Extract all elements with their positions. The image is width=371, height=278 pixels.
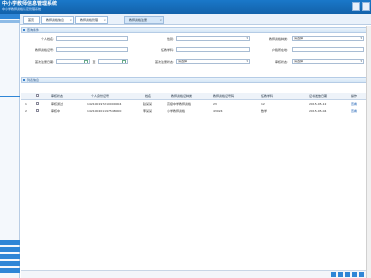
- sidebar-item[interactable]: [0, 240, 20, 245]
- first-page-button[interactable]: [331, 272, 336, 277]
- query-panel-header: 查询条件: [21, 27, 371, 33]
- row-checkbox[interactable]: [36, 109, 39, 112]
- sidebar: [0, 14, 20, 278]
- next-page-button[interactable]: [345, 272, 350, 277]
- reg-date-to-label: 至: [92, 60, 96, 64]
- calendar-icon[interactable]: [122, 60, 126, 63]
- sidebar-divider: [0, 96, 20, 97]
- tab-cert-register[interactable]: 教师资格注册 ×: [124, 16, 164, 24]
- cert-type-select[interactable]: 请选择: [292, 36, 364, 41]
- sidebar-item[interactable]: [0, 268, 20, 273]
- calendar-icon[interactable]: [84, 60, 88, 63]
- row-checkbox[interactable]: [36, 102, 39, 105]
- sidebar-item[interactable]: [0, 247, 20, 252]
- select-all-checkbox[interactable]: [36, 94, 39, 97]
- close-icon[interactable]: ×: [159, 17, 162, 23]
- subject-input[interactable]: [176, 47, 250, 52]
- last-page-button[interactable]: [352, 272, 357, 277]
- column-header[interactable]: 操作: [351, 94, 365, 98]
- review-status-label: 审核状态:: [274, 60, 288, 64]
- view-link[interactable]: 查看: [351, 102, 365, 106]
- table-row[interactable]: 2 审核中 142100201197548000 李某某 小学教师资格 4302…: [21, 108, 371, 114]
- pagination-bar: [21, 270, 366, 278]
- sidebar-item[interactable]: [0, 261, 20, 266]
- list-panel-header: 列表信息: [21, 77, 371, 83]
- app-header: 中小学教师信息管理系统 中小学教师资格认定管理系统: [0, 0, 371, 14]
- review-status-select[interactable]: 请选择: [292, 59, 364, 64]
- user-icon[interactable]: [352, 2, 360, 11]
- sidebar-item[interactable]: [0, 20, 20, 23]
- reg-status-label: 首次注册状态:: [154, 60, 174, 64]
- origin-input[interactable]: [292, 47, 364, 52]
- table-header-row: 审核状态 个人身份证号 姓名 教师资格证种类 教师资格证号码 任教学科 证书发放…: [21, 93, 371, 100]
- app-subtitle: 中小学教师资格认定管理系统: [2, 7, 42, 11]
- logout-icon[interactable]: [362, 2, 370, 11]
- sidebar-menu-header[interactable]: [0, 14, 20, 19]
- vertical-scrollbar[interactable]: [366, 26, 371, 278]
- gender-label: 性别:: [166, 37, 174, 41]
- cert-no-input[interactable]: [56, 47, 128, 52]
- cert-type-label: 教师资格种类:: [268, 37, 288, 41]
- tab-cert-manage[interactable]: 教师资格管理 ×: [75, 16, 108, 24]
- tab-cert-info[interactable]: 教师资格信息 ×: [41, 16, 74, 24]
- tab-bar: 首页 教师资格信息 × 教师资格管理 × 教师资格注册 ×: [20, 14, 371, 25]
- close-icon[interactable]: ×: [69, 17, 72, 23]
- column-header[interactable]: 教师资格证种类: [171, 94, 205, 98]
- column-header[interactable]: 证书发放日期: [309, 94, 343, 98]
- view-link[interactable]: 查看: [351, 109, 365, 113]
- reg-date-label: 首次注册日期:: [34, 60, 54, 64]
- reg-status-select[interactable]: 请选择: [176, 59, 250, 64]
- refresh-button[interactable]: [359, 272, 364, 277]
- subject-label: 任教学科:: [160, 48, 174, 52]
- column-header[interactable]: 任教学科: [261, 94, 291, 98]
- table-row[interactable]: 1 审核通过 142100197210000004 赵某某 高级中学教师资格 2…: [21, 101, 371, 107]
- cert-no-label: 教师资格证号:: [34, 48, 54, 52]
- column-header[interactable]: 个人身份证号: [91, 94, 131, 98]
- prev-page-button[interactable]: [338, 272, 343, 277]
- origin-label: 户籍所在地:: [271, 48, 288, 52]
- app-title: 中小学教师信息管理系统: [2, 1, 58, 7]
- reg-date-to-input[interactable]: [98, 59, 128, 64]
- reg-date-from-input[interactable]: [56, 59, 90, 64]
- name-input[interactable]: [56, 36, 128, 41]
- tab-home[interactable]: 首页: [23, 16, 40, 24]
- close-icon[interactable]: ×: [103, 17, 106, 23]
- gender-select[interactable]: [176, 36, 250, 41]
- name-label: 个人姓名:: [40, 37, 54, 41]
- column-header[interactable]: 审核状态: [51, 94, 77, 98]
- column-header[interactable]: 教师资格证号码: [213, 94, 249, 98]
- column-header[interactable]: 姓名: [145, 94, 159, 98]
- sidebar-item[interactable]: [0, 254, 20, 259]
